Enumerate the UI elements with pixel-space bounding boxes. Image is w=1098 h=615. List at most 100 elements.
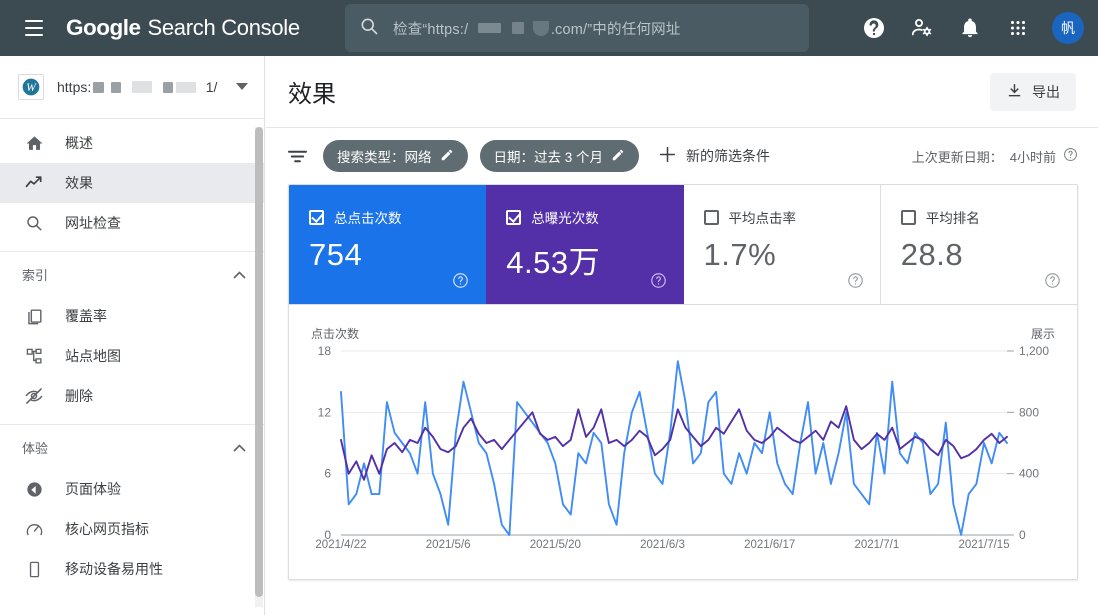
filter-chip-label: 搜索类型：网络 bbox=[337, 150, 432, 165]
svg-text:800: 800 bbox=[1019, 405, 1039, 419]
export-button[interactable]: 导出 bbox=[990, 72, 1076, 111]
help-circle-icon[interactable] bbox=[452, 272, 469, 294]
metric-label: 平均排名 bbox=[925, 211, 980, 226]
add-filter-button[interactable]: 新的筛选条件 bbox=[659, 146, 770, 166]
pencil-icon[interactable] bbox=[611, 148, 625, 165]
metric-card-average-ctr[interactable]: 平均点击率 1.7% bbox=[684, 185, 881, 304]
redacted-block bbox=[511, 22, 524, 34]
apps-grid-icon[interactable] bbox=[996, 6, 1040, 50]
metric-value: 28.8 bbox=[900, 237, 964, 272]
download-icon bbox=[1006, 82, 1023, 102]
metric-label: 平均点击率 bbox=[728, 211, 797, 226]
sidebar-group-title: 体验 bbox=[22, 440, 49, 456]
redacted-block bbox=[92, 81, 104, 93]
metric-card-header: 总点击次数 bbox=[309, 207, 467, 227]
metric-card-total-impressions[interactable]: 总曝光次数 4.53万 bbox=[486, 185, 684, 304]
metric-checkbox[interactable] bbox=[900, 209, 916, 225]
app-brand: Google Search Console bbox=[66, 15, 300, 41]
account-settings-icon[interactable] bbox=[900, 6, 944, 50]
sidebar-item-label: 站点地图 bbox=[65, 348, 121, 364]
redacted-block bbox=[131, 81, 152, 93]
sidebar-item-label: 网址检查 bbox=[65, 215, 121, 231]
redacted-block bbox=[176, 81, 197, 93]
property-url-suffix: 1/ bbox=[205, 79, 218, 95]
sidebar-item-core-web-vitals[interactable]: 核心网页指标 bbox=[0, 509, 264, 549]
chart-y-axis-title: 点击次数 bbox=[311, 327, 360, 341]
metric-checkbox[interactable] bbox=[506, 209, 522, 225]
metric-card-average-position[interactable]: 平均排名 28.8 bbox=[881, 185, 1077, 304]
sidebar-item-label: 覆盖率 bbox=[65, 308, 107, 324]
sidebar-item-overview[interactable]: 概述 bbox=[0, 123, 264, 163]
sidebar-item-coverage[interactable]: 覆盖率 bbox=[0, 296, 264, 336]
sidebar-item-url-inspection[interactable]: 网址检查 bbox=[0, 203, 264, 243]
property-selector[interactable]: W https: 1/ bbox=[0, 56, 264, 119]
sidebar-scrollbar[interactable] bbox=[255, 127, 263, 607]
sidebar: W https: 1/ 概述 效果 网址检查 索引 覆盖率 站点地图 删除 体验… bbox=[0, 56, 265, 615]
chevron-up-icon[interactable] bbox=[233, 267, 246, 282]
filter-chip-search-type[interactable]: 搜索类型：网络 bbox=[323, 140, 468, 172]
chart-x-tick: 2021/6/3 bbox=[640, 539, 685, 551]
page-header: 效果 导出 bbox=[266, 56, 1098, 128]
chart-y2-axis-title: 展示 bbox=[1030, 327, 1055, 341]
sidebar-item-label: 删除 bbox=[65, 388, 93, 404]
metric-card-header: 平均排名 bbox=[900, 207, 1059, 227]
search-icon bbox=[22, 214, 46, 232]
redacted-block bbox=[111, 81, 122, 93]
sidebar-group-index[interactable]: 索引 bbox=[0, 252, 264, 296]
sidebar-item-performance[interactable]: 效果 bbox=[0, 163, 264, 203]
last-update-value: 4小时前 bbox=[1009, 149, 1056, 165]
notifications-bell-icon[interactable] bbox=[948, 6, 992, 50]
main-content: 效果 导出 搜索类型：网络 日期：过去 3 个月 新的筛选条件 上次更新日期： … bbox=[266, 56, 1098, 615]
sidebar-group-experience[interactable]: 体验 bbox=[0, 425, 264, 469]
chart-x-tick: 2021/6/17 bbox=[744, 539, 796, 551]
chevron-up-icon[interactable] bbox=[233, 440, 246, 455]
search-placeholder: 检查“https:/ .com/”中的任何网址 bbox=[393, 18, 681, 39]
svg-text:1,200: 1,200 bbox=[1019, 344, 1049, 358]
svg-text:400: 400 bbox=[1019, 467, 1039, 481]
filter-chip-date[interactable]: 日期：过去 3 个月 bbox=[479, 140, 640, 172]
sidebar-item-removals[interactable]: 删除 bbox=[0, 376, 264, 416]
property-url-prefix: https: bbox=[57, 79, 92, 95]
metric-card-header: 总曝光次数 bbox=[506, 207, 664, 227]
sidebar-item-label: 核心网页指标 bbox=[65, 521, 149, 537]
chevron-down-icon[interactable] bbox=[236, 78, 248, 96]
metric-card-header: 平均点击率 bbox=[703, 207, 862, 227]
top-app-bar: Google Search Console 检查“https:/ .com/”中… bbox=[0, 0, 1098, 56]
help-circle-icon[interactable] bbox=[1063, 147, 1078, 165]
sidebar-item-sitemaps[interactable]: 站点地图 bbox=[0, 336, 264, 376]
page-title: 效果 bbox=[288, 81, 336, 108]
hamburger-menu-icon[interactable] bbox=[10, 4, 58, 52]
sidebar-group-title: 索引 bbox=[22, 267, 49, 283]
pencil-icon[interactable] bbox=[440, 148, 454, 165]
sidebar-item-mobile-usability[interactable]: 移动设备易用性 bbox=[0, 549, 264, 589]
sidebar-item-page-experience[interactable]: 页面体验 bbox=[0, 469, 264, 509]
help-circle-icon[interactable] bbox=[847, 272, 864, 294]
chart-x-tick: 2021/7/15 bbox=[958, 539, 1010, 551]
help-icon[interactable] bbox=[852, 6, 896, 50]
sidebar-scrollbar-thumb[interactable] bbox=[255, 127, 263, 597]
sidebar-item-label: 效果 bbox=[65, 175, 93, 191]
trending-up-icon bbox=[22, 173, 46, 193]
svg-text:0: 0 bbox=[1019, 528, 1026, 542]
metric-cards: 总点击次数 754 总曝光次数 4.53万 平均点击率 1.7% 平均排名 28… bbox=[289, 185, 1077, 305]
filter-bar: 搜索类型：网络 日期：过去 3 个月 新的筛选条件 上次更新日期： 4小时前 bbox=[266, 128, 1098, 184]
svg-text:12: 12 bbox=[318, 405, 332, 419]
add-filter-label: 新的筛选条件 bbox=[686, 148, 771, 164]
metric-checkbox[interactable] bbox=[309, 209, 324, 225]
sidebar-nav: 概述 效果 网址检查 bbox=[0, 119, 264, 243]
search-icon bbox=[359, 16, 379, 41]
sitemap-icon bbox=[22, 347, 46, 366]
user-avatar[interactable]: 帆 bbox=[1052, 12, 1084, 44]
help-circle-icon[interactable] bbox=[650, 272, 667, 294]
chart-x-tick: 2021/5/20 bbox=[529, 539, 581, 551]
global-search-input[interactable]: 检查“https:/ .com/”中的任何网址 bbox=[345, 4, 809, 52]
chart-x-tick: 2021/4/22 bbox=[315, 539, 367, 551]
core-web-vitals-icon bbox=[22, 520, 46, 539]
performance-chart: 点击次数 展示 0 0 6 400 12 800 18 1,200 2021/4/22 2021… bbox=[289, 305, 1077, 579]
metric-checkbox[interactable] bbox=[703, 209, 719, 225]
metric-value: 754 bbox=[309, 237, 363, 272]
filter-icon[interactable] bbox=[288, 149, 307, 164]
metric-card-total-clicks[interactable]: 总点击次数 754 bbox=[289, 185, 487, 304]
help-circle-icon[interactable] bbox=[1044, 272, 1061, 294]
chart-x-tick: 2021/5/6 bbox=[425, 539, 471, 551]
